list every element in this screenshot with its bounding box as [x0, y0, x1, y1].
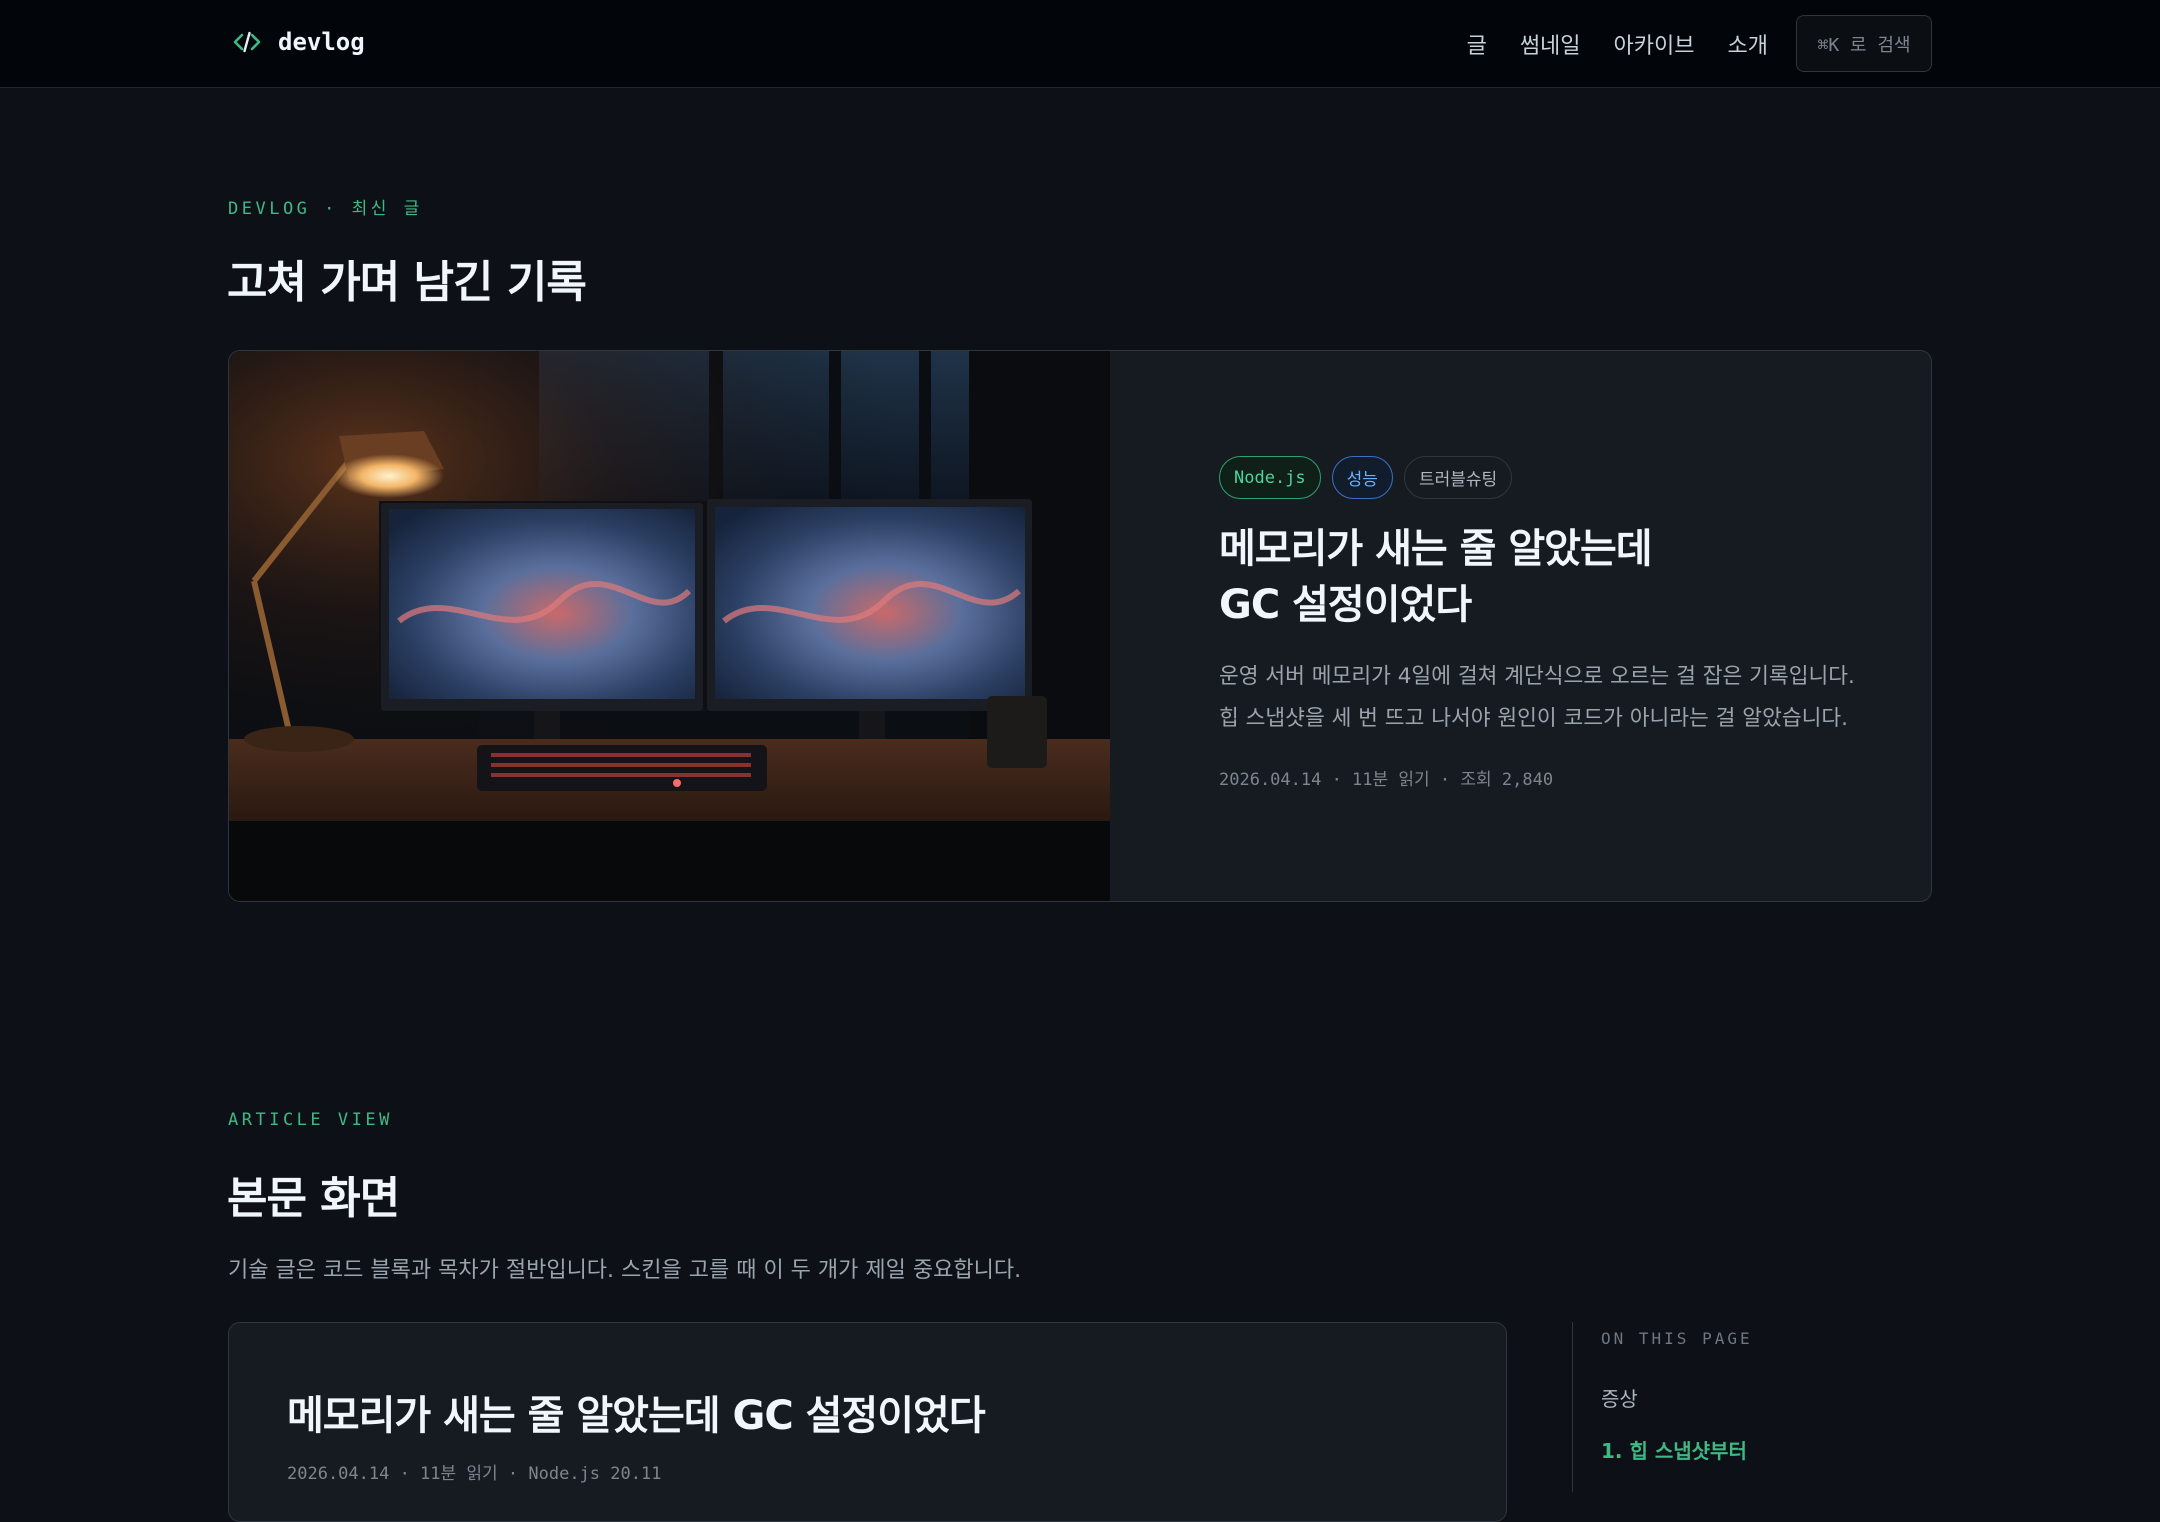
toc-item-heap-snapshot[interactable]: 1. 힙 스냅샷부터 — [1601, 1435, 1747, 1464]
search-button[interactable]: ⌘K 로 검색 — [1796, 15, 1932, 72]
latest-eyebrow: DEVLOG · 최신 글 — [228, 199, 423, 219]
toc-item-symptoms[interactable]: 증상 — [1601, 1383, 1638, 1412]
top-nav: devlog 글 썸네일 아카이브 소개 ⌘K 로 검색 — [0, 0, 2160, 88]
nav-link-thumbnails[interactable]: 썸네일 — [1520, 28, 1581, 60]
featured-title-line-2: GC 설정이었다 — [1219, 582, 1472, 628]
article-preview-card: 메모리가 새는 줄 알았는데 GC 설정이었다 2026.04.14 · 11분… — [228, 1322, 1507, 1522]
brand-home-link[interactable]: devlog — [232, 27, 365, 57]
tag-performance[interactable]: 성능 — [1331, 456, 1393, 499]
brand-name: devlog — [278, 28, 365, 56]
nav-link-posts[interactable]: 글 — [1467, 28, 1487, 60]
featured-tags: Node.js 성능 트러블슈팅 — [1219, 456, 1523, 499]
main-menu: 글 썸네일 아카이브 소개 — [1467, 0, 1768, 88]
toc-heading: ON THIS PAGE — [1601, 1329, 1753, 1348]
code-brackets-icon — [233, 31, 261, 53]
nav-link-archive[interactable]: 아카이브 — [1614, 28, 1695, 60]
article-view-description: 기술 글은 코드 블록과 목차가 절반입니다. 스킨을 고를 때 이 두 개가 … — [228, 1258, 1022, 1283]
article-meta: 2026.04.14 · 11분 읽기 · Node.js 20.11 — [287, 1464, 662, 1484]
tag-nodejs[interactable]: Node.js — [1219, 456, 1321, 499]
featured-post-card[interactable]: Node.js 성능 트러블슈팅 메모리가 새는 줄 알았는데 GC 설정이었다… — [228, 350, 1932, 902]
table-of-contents: ON THIS PAGE 증상 1. 힙 스냅샷부터 — [1572, 1322, 1932, 1492]
featured-title-line-1: 메모리가 새는 줄 알았는데 — [1219, 526, 1653, 572]
article-view-title: 본문 화면 — [227, 1173, 400, 1224]
latest-section-title: 고쳐 가며 남긴 기록 — [227, 257, 587, 308]
featured-post-title[interactable]: 메모리가 새는 줄 알았는데 GC 설정이었다 — [1219, 521, 1653, 633]
featured-post-image — [229, 351, 1110, 901]
featured-post-meta: 2026.04.14 · 11분 읽기 · 조회 2,840 — [1219, 770, 1554, 790]
nav-link-about[interactable]: 소개 — [1728, 28, 1768, 60]
article-title: 메모리가 새는 줄 알았는데 GC 설정이었다 — [287, 1393, 986, 1439]
featured-post-excerpt: 운영 서버 메모리가 4일에 걸쳐 계단식으로 오르는 걸 잡은 기록입니다. … — [1219, 656, 1899, 740]
excerpt-line-2: 힙 스냅샷을 세 번 뜨고 나서야 원인이 코드가 아니라는 걸 알았습니다. — [1219, 706, 1849, 731]
tag-troubleshooting[interactable]: 트러블슈팅 — [1403, 456, 1513, 499]
excerpt-line-1: 운영 서버 메모리가 4일에 걸쳐 계단식으로 오르는 걸 잡은 기록입니다. — [1219, 664, 1855, 689]
article-view-eyebrow: ARTICLE VIEW — [228, 1110, 393, 1130]
